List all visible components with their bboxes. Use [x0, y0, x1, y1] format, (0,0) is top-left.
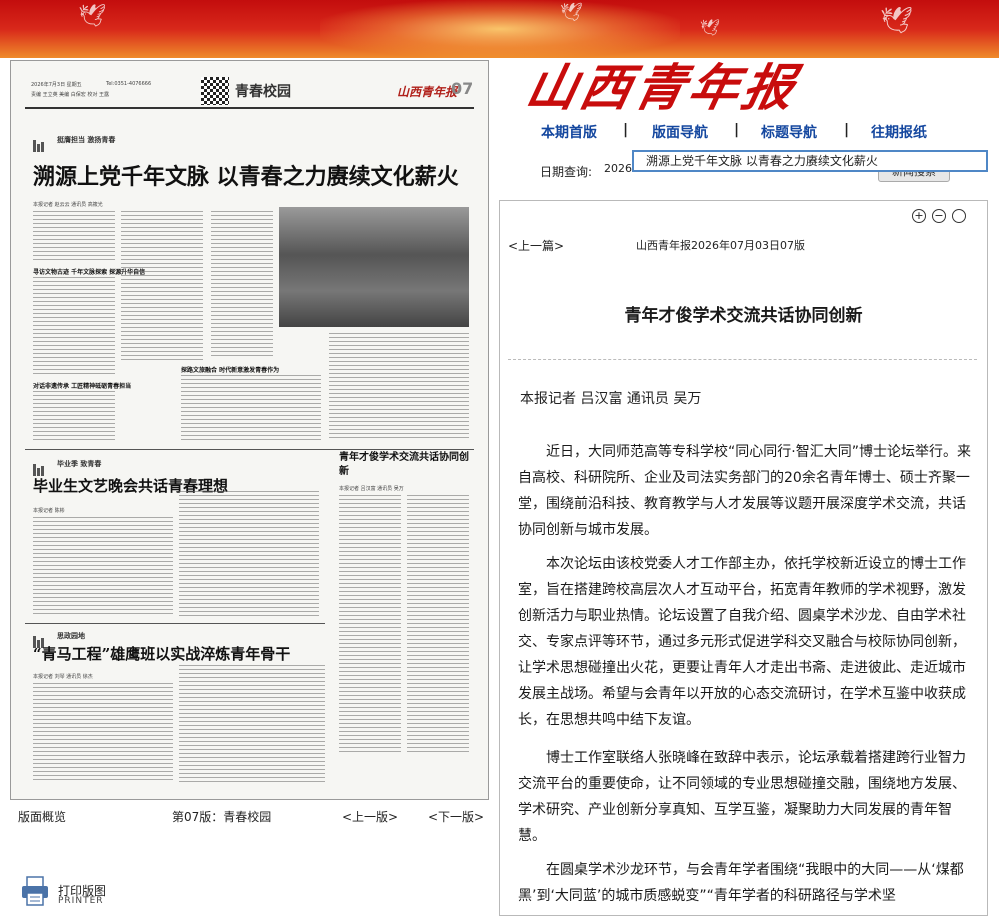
section3-headline: 青年才俊学术交流共话协同创新: [339, 452, 469, 477]
section-divider: [25, 449, 474, 450]
section-divider: [25, 623, 325, 624]
zoom-in-icon[interactable]: +: [912, 209, 926, 223]
print-button[interactable]: 打印版图 PRINTER: [20, 875, 140, 911]
section1-kicker: 挺膺担当 激扬青春: [57, 136, 116, 144]
nav-separator: |: [623, 122, 629, 138]
article-paragraph: 近日，大同师范高等专科学校“同心同行·智汇大同”博士论坛举行。来自高校、科研院所…: [518, 444, 971, 538]
zoom-reset-icon[interactable]: [952, 209, 966, 223]
printer-icon: [22, 876, 48, 906]
section1-subhead: 对话非遗传承 工匠精神砥砺青春担当: [33, 383, 132, 390]
paper-date-line: 2026年7月3日 星期五: [31, 82, 82, 88]
article-paragraph: 博士工作室联络人张晓峰在致辞中表示，论坛承载着搭建跨行业智力交流平台的重要使命，…: [518, 750, 966, 844]
section4-byline: 本报记者 刘琴 通讯员 徐杰: [33, 674, 93, 680]
paper-logo: 山西青年报: [397, 85, 458, 99]
section2-byline: 本报记者 陈彬: [33, 508, 65, 514]
nav-past-issues[interactable]: 往期报纸: [871, 122, 927, 142]
masthead-logo: 山西青年报: [520, 58, 804, 117]
article-text-block: [121, 211, 203, 361]
current-page-label: 第07版：青春校园: [172, 810, 272, 824]
section1-byline: 本报记者 赵云云 通讯员 高筱光: [33, 202, 103, 208]
dove-icon: 🕊: [700, 18, 721, 37]
paper-top-rule: [25, 107, 474, 109]
page-nav-bar: 版面概览 第07版：青春校园 <上一版> <下一版>: [10, 808, 489, 834]
article-divider: [508, 359, 977, 360]
section-bars-icon: [33, 133, 53, 152]
article-text-block: [33, 517, 173, 617]
article-text-block: [339, 495, 401, 755]
date-query-label: 日期查询:: [540, 165, 593, 179]
headline-tooltip: 溯源上党千年文脉 以青春之力赓续文化薪火: [632, 150, 988, 172]
section-bars-icon: [33, 629, 53, 648]
section1-headline: 溯源上党千年文脉 以青春之力赓续文化薪火: [33, 164, 459, 190]
article-text-block: [179, 491, 319, 617]
article-text-block: [211, 211, 273, 356]
section3-byline: 本报记者 吕汉富 通讯员 吴万: [339, 486, 404, 492]
article-paragraph: 在圆桌学术沙龙环节，与会青年学者围绕“我眼中的大同——从‘煤都黑’到‘大同蓝’的…: [518, 862, 964, 904]
nav-page-navigation[interactable]: 版面导航: [652, 122, 708, 142]
article-text-block: [33, 277, 115, 377]
prev-page-link[interactable]: <上一版>: [342, 808, 398, 825]
nav-separator: |: [734, 122, 740, 138]
zoom-out-icon[interactable]: −: [932, 209, 946, 223]
header-banner: 🕊 🕊 🕊 🕊: [0, 0, 999, 58]
article-text-block: [181, 375, 321, 441]
article-text-block: [33, 211, 115, 261]
section4-kicker: 思政园地: [57, 632, 85, 640]
print-sub-label: PRINTER: [58, 896, 104, 906]
dove-icon: 🕊: [78, 4, 106, 29]
paper-page-number: 07: [451, 79, 474, 98]
paper-tel: Tel:0351-4076666: [106, 81, 152, 87]
nav-separator: |: [844, 122, 850, 138]
nav-title-navigation[interactable]: 标题导航: [761, 122, 817, 142]
paper-editors: 责编 王立英 美编 白保宏 校对 王露: [31, 92, 109, 98]
group-photo-image: [279, 207, 469, 327]
section1-subhead: 探路文旅融合 时代新意激发青春作为: [181, 367, 280, 374]
dove-icon: 🕊: [560, 2, 583, 23]
article-text-block: [179, 665, 325, 783]
prev-article-link[interactable]: <上一篇>: [508, 237, 564, 254]
article-text-block: [33, 683, 173, 783]
article-text-block: [407, 495, 469, 755]
newspaper-page-image[interactable]: 2026年7月3日 星期五 Tel:0351-4076666 责编 王立英 美编…: [10, 60, 489, 800]
nav-current-front-page[interactable]: 本期首版: [541, 122, 597, 142]
article-text-block: [329, 333, 469, 441]
page-overview-link[interactable]: 版面概览: [18, 808, 66, 825]
article-panel: + − <上一篇> 山西青年报2026年07月03日07版 青年才俊学术交流共话…: [499, 200, 988, 916]
section4-headline: “青马工程”雄鹰班以实战淬炼青年骨干: [33, 645, 291, 663]
article-paragraph: 本次论坛由该校党委人才工作部主办，依托学校新近设立的博士工作室，旨在搭建跨校高层…: [518, 556, 966, 728]
next-page-link[interactable]: <下一版>: [428, 808, 484, 825]
article-title: 青年才俊学术交流共话协同创新: [624, 306, 863, 326]
dove-icon: 🕊: [880, 6, 914, 36]
section-bars-icon: [33, 457, 53, 476]
section2-kicker: 毕业季 致青春: [57, 460, 102, 468]
article-text-block: [33, 391, 115, 441]
article-byline: 本报记者 吕汉富 通讯员 吴万: [520, 391, 702, 407]
paper-page-title: 青春校园: [235, 84, 291, 100]
qr-code-image: [201, 77, 229, 105]
article-source-info: 山西青年报2026年07月03日07版: [636, 239, 805, 252]
